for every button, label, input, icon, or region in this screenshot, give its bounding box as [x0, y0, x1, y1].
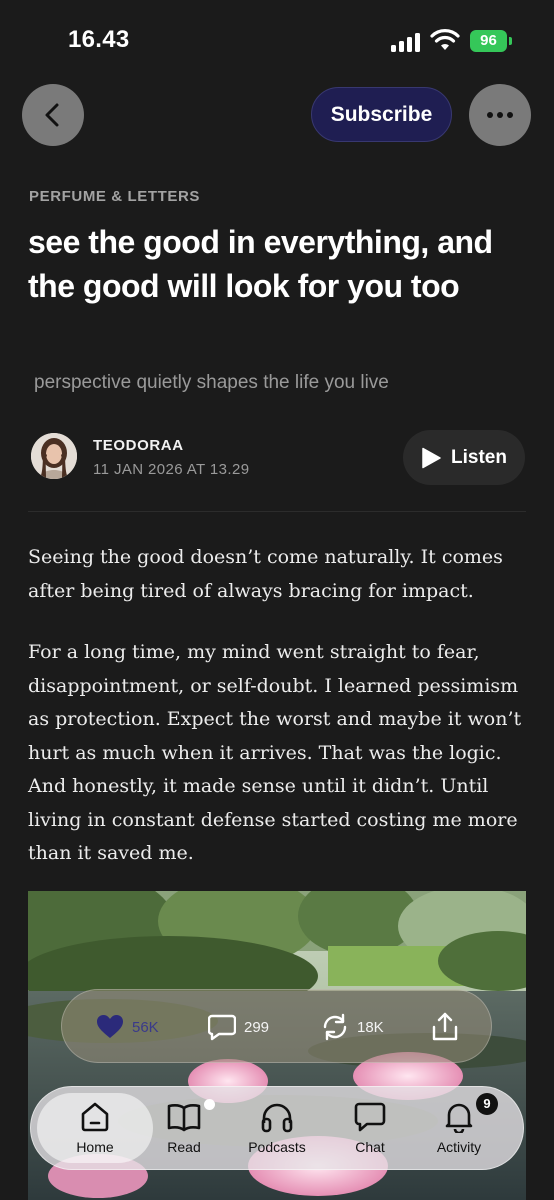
tab-podcasts[interactable]: Podcasts: [231, 1087, 323, 1169]
chevron-left-icon: [45, 103, 59, 127]
paragraph: Seeing the good doesn’t come naturally. …: [28, 546, 503, 602]
like-button[interactable]: 56K: [96, 1012, 159, 1042]
play-icon: [422, 447, 441, 468]
tab-activity-label: Activity: [436, 1139, 482, 1155]
author-name[interactable]: TEODORAA: [93, 437, 184, 454]
paragraph: For a long time, my mind went straight t…: [28, 641, 522, 864]
battery-tip: [509, 37, 512, 45]
author-avatar[interactable]: [31, 433, 77, 479]
status-time: 16.43: [68, 26, 130, 53]
tab-chat-label: Chat: [355, 1139, 385, 1155]
like-count: 56K: [132, 1018, 159, 1036]
share-icon: [432, 1012, 458, 1041]
restack-icon: [323, 1013, 347, 1041]
tab-home[interactable]: Home: [49, 1087, 141, 1169]
more-options-button[interactable]: [469, 84, 531, 146]
book-icon: [167, 1104, 201, 1132]
activity-badge: 9: [476, 1093, 498, 1115]
restack-count: 18K: [357, 1018, 384, 1036]
comment-count: 299: [244, 1018, 270, 1036]
article-body: Seeing the good doesn’t come naturally. …: [28, 541, 528, 899]
engagement-bar: 56K 299 18K: [61, 989, 492, 1063]
home-icon: [81, 1102, 109, 1132]
bell-icon: [445, 1103, 473, 1133]
tab-home-label: Home: [76, 1139, 114, 1155]
divider: [28, 511, 526, 512]
publish-date: 11 JAN 2026 AT 13.29: [93, 461, 250, 478]
article-subtitle: perspective quietly shapes the life you …: [34, 372, 389, 393]
subscribe-button[interactable]: Subscribe: [311, 87, 452, 142]
listen-button[interactable]: Listen: [403, 430, 525, 485]
chat-bubble-icon: [354, 1102, 386, 1132]
tab-read-label: Read: [167, 1139, 201, 1155]
tab-read[interactable]: Read: [138, 1087, 230, 1169]
read-unread-dot: [204, 1099, 215, 1110]
restack-button[interactable]: 18K: [321, 1012, 384, 1042]
cellular-signal-icon: [391, 32, 421, 52]
avatar-image: [31, 433, 77, 479]
tab-podcasts-label: Podcasts: [248, 1139, 306, 1155]
battery-level: 96: [470, 30, 507, 52]
listen-label: Listen: [451, 446, 507, 468]
tab-bar: Home Read Podcasts Chat Activity: [30, 1086, 524, 1170]
article-title: see the good in everything, and the good…: [28, 224, 493, 304]
heart-icon: [97, 1015, 123, 1038]
comment-icon: [208, 1014, 236, 1041]
author-row: TEODORAA 11 JAN 2026 AT 13.29 Listen: [31, 430, 525, 486]
status-bar: 16.43 96: [0, 0, 554, 80]
headphones-icon: [261, 1103, 293, 1133]
ellipsis-icon: [487, 112, 513, 118]
share-button[interactable]: [431, 1012, 459, 1042]
tab-chat[interactable]: Chat: [324, 1087, 416, 1169]
back-button[interactable]: [22, 84, 84, 146]
nav-bar: Subscribe: [0, 84, 554, 146]
publication-name[interactable]: PERFUME & LETTERS: [29, 188, 200, 205]
comment-button[interactable]: 299: [208, 1012, 269, 1042]
wifi-icon: [430, 29, 460, 50]
